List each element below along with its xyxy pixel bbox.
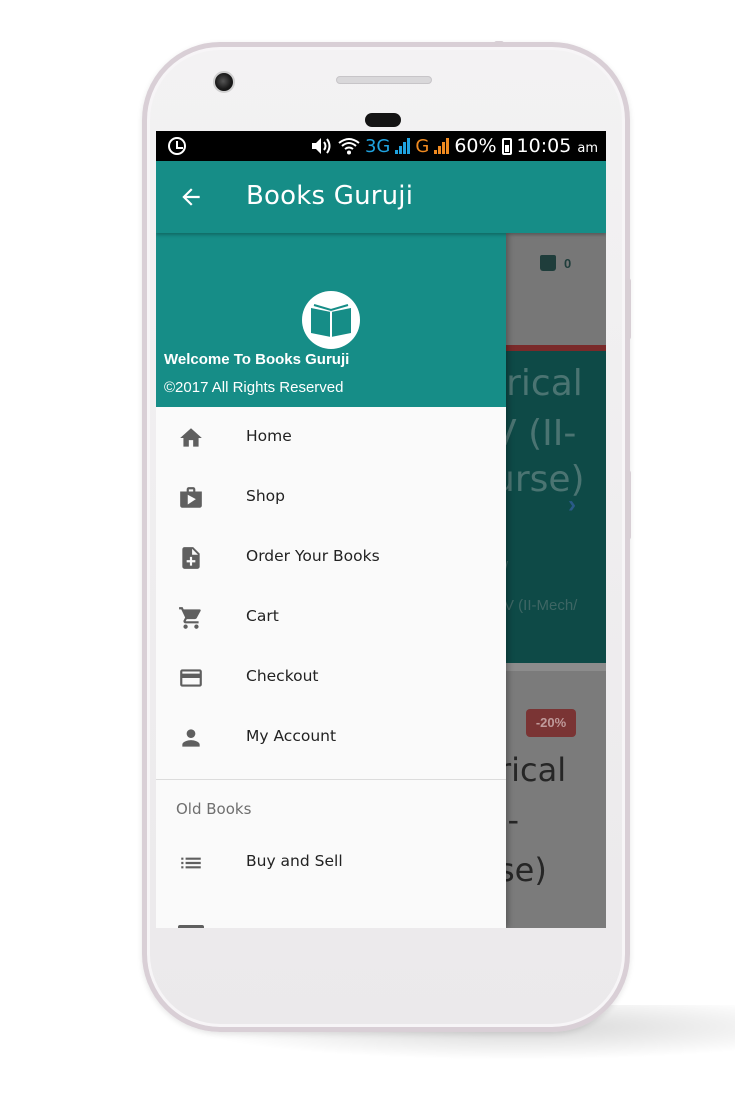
battery-percent: 60%: [454, 135, 497, 157]
section-title: Old Books: [176, 800, 252, 818]
signal-bars-blue-icon: [395, 138, 411, 154]
network-g-label: G: [415, 135, 430, 157]
menu-item-my-account[interactable]: My Account: [156, 707, 506, 767]
status-indicators: 3G G 60% 10:05 am: [311, 134, 598, 158]
menu-item-home[interactable]: Home: [156, 407, 506, 467]
welcome-text: Welcome To Books Guruji: [164, 351, 350, 368]
status-time: 10:05 am: [516, 135, 598, 157]
person-icon: [182, 729, 200, 747]
menu-item-label: Cart: [246, 607, 279, 625]
bg-banner-small: V (II-Mech/: [504, 597, 578, 614]
menu-item-label: Home: [246, 427, 292, 445]
open-book-icon: [302, 291, 360, 349]
menu-item-label: Buy and Sell: [246, 852, 343, 870]
drawer-menu: Home Shop Order Your Books Cart Checkout…: [156, 407, 506, 928]
status-bar: 3G G 60% 10:05 am: [156, 131, 606, 161]
menu-item-checkout[interactable]: Checkout: [156, 647, 506, 707]
navigation-drawer: Welcome To Books Guruji ©2017 All Rights…: [156, 233, 506, 928]
menu-item-label: Order Your Books: [246, 547, 380, 565]
alarm-clock-icon: [168, 137, 186, 155]
drawer-header: Welcome To Books Guruji ©2017 All Rights…: [156, 233, 506, 407]
menu-item-shop[interactable]: Shop: [156, 467, 506, 527]
discount-badge: -20%: [526, 709, 576, 737]
cart-icon: [179, 607, 201, 629]
bag-icon: [540, 255, 556, 271]
note-add-icon: [182, 547, 200, 569]
volume-button: [625, 470, 631, 540]
volume-icon: [311, 138, 331, 154]
menu-item-cart[interactable]: Cart: [156, 587, 506, 647]
section-header-old-books: Old Books: [156, 780, 506, 832]
front-camera: [213, 71, 235, 93]
bg-product-line: rical: [498, 751, 567, 789]
menu-item-label: My Account: [246, 727, 337, 745]
list-icon: [181, 857, 201, 869]
top-notch: [494, 41, 504, 46]
network-3g-label: 3G: [364, 135, 391, 157]
bg-cart-count: 0: [564, 256, 572, 271]
chevron-right-icon: ›: [568, 491, 576, 518]
copyright-text: ©2017 All Rights Reserved: [164, 379, 344, 396]
menu-item-order-your-books[interactable]: Order Your Books: [156, 527, 506, 587]
speaker-grille: [336, 76, 432, 84]
phone-screen: 3G G 60% 10:05 am Books Guruji 0 trical …: [156, 131, 606, 928]
menu-item-label: Shop: [246, 487, 285, 505]
home-icon: [180, 428, 202, 447]
menu-item-label: Checkout: [246, 667, 319, 685]
wifi-icon: [338, 138, 360, 155]
arrow-back-icon[interactable]: [178, 184, 204, 210]
menu-item-buy-and-sell[interactable]: Buy and Sell: [156, 832, 506, 892]
partial-menu-icon: [178, 925, 204, 928]
app-bar: Books Guruji: [156, 161, 606, 233]
app-title: Books Guruji: [246, 181, 414, 211]
shop-bag-icon: [180, 487, 202, 508]
power-button: [625, 278, 631, 340]
credit-card-icon: [180, 669, 202, 687]
earpiece: [365, 113, 401, 127]
signal-bars-orange-icon: [434, 138, 450, 154]
battery-icon: [501, 137, 512, 155]
